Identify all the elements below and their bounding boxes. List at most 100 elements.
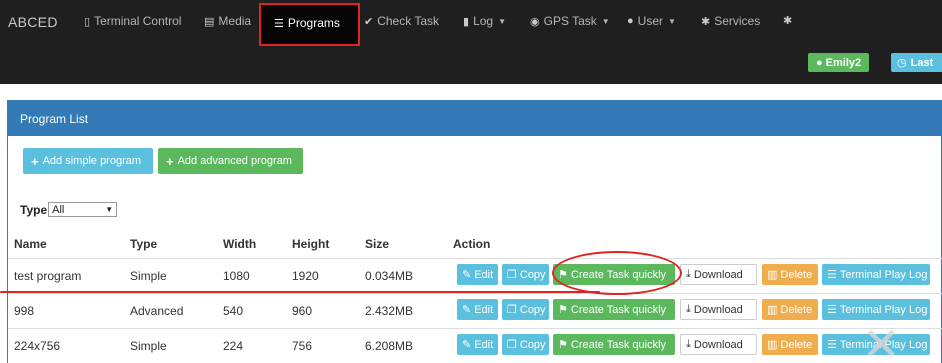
type-select-value: All	[52, 203, 65, 216]
download-button[interactable]: ⤓ Download	[680, 334, 757, 355]
button-label: Edit	[474, 338, 494, 351]
edit-button[interactable]: ✎ Edit	[457, 334, 498, 355]
close-watermark-icon: ✕	[862, 318, 901, 363]
download-icon: ⤓	[686, 303, 691, 315]
nav-gps-task[interactable]: ◉ GPS Task ▼	[530, 14, 610, 28]
cell-type: Advanced	[130, 304, 184, 318]
cell-width: 224	[223, 339, 244, 353]
button-label: Edit	[474, 303, 494, 316]
button-label: Copy	[519, 338, 546, 351]
annotation-ellipse	[552, 251, 682, 295]
last-badge-label: Last	[910, 56, 934, 69]
trash-icon: ▥	[767, 339, 778, 351]
nav-terminal-control[interactable]: ▯ Terminal Control	[84, 14, 181, 28]
plus-icon: +	[31, 153, 39, 169]
nav-programs-highlight: ☰ Programs	[259, 3, 360, 46]
edit-button[interactable]: ✎ Edit	[457, 264, 498, 285]
cell-height: 960	[292, 304, 313, 318]
button-label: Add advanced program	[177, 155, 292, 167]
file-icon: ▮	[463, 15, 470, 28]
nav-services[interactable]: ✱ Services	[701, 14, 760, 28]
button-label: Delete	[780, 268, 813, 281]
delete-button[interactable]: ▥ Delete	[762, 299, 818, 320]
column-header-type: Type	[130, 237, 158, 251]
nav-user[interactable]: ● User ▼	[627, 14, 676, 28]
type-select[interactable]: All ▼	[48, 202, 118, 217]
nav-label: Services	[714, 14, 761, 28]
clock-icon: ◷	[897, 57, 907, 69]
cell-width: 1080	[223, 269, 250, 283]
button-label: Terminal Play Log	[839, 303, 928, 316]
brand-logo[interactable]: ABCED	[8, 14, 58, 30]
nav-label: Check Task	[377, 14, 440, 28]
user-icon: ●	[816, 56, 823, 69]
trash-icon: ▥	[767, 304, 778, 316]
type-filter-label: Type	[20, 202, 48, 217]
nav-label: GPS Task	[543, 14, 597, 28]
cell-size: 0.034MB	[365, 269, 414, 283]
create-task-quickly-button[interactable]: ⚑ Create Task quickly	[553, 334, 675, 355]
nav-extra[interactable]: ✱	[783, 14, 792, 27]
task-icon: ⚑	[558, 339, 568, 351]
create-task-quickly-button[interactable]: ⚑ Create Task quickly	[553, 299, 675, 320]
button-label: Download	[693, 303, 743, 316]
button-label: Create Task quickly	[570, 338, 667, 351]
cell-height: 756	[292, 339, 313, 353]
copy-icon: ❐	[507, 304, 517, 316]
caret-down-icon: ▼	[668, 16, 676, 26]
delete-button[interactable]: ▥ Delete	[762, 264, 818, 285]
nav-check-task[interactable]: ✔ Check Task	[364, 14, 439, 28]
mobile-icon: ▯	[84, 15, 91, 28]
nav-log[interactable]: ▮ Log ▼	[463, 14, 506, 28]
column-header-size: Size	[365, 237, 390, 251]
copy-icon: ❐	[507, 339, 517, 351]
terminal-play-log-button[interactable]: ☰ Terminal Play Log	[822, 264, 930, 285]
add-advanced-program-button[interactable]: + Add advanced program	[158, 148, 303, 174]
cell-name: 998	[14, 304, 35, 318]
table-row: 224x756 Simple 224 756 6.208MB ✎ Edit ❐ Co…	[8, 329, 942, 363]
user-icon: ●	[627, 15, 634, 27]
user-badge[interactable]: ● Emily2	[808, 53, 870, 72]
list-icon: ☰	[274, 17, 284, 30]
nav-label: User	[637, 14, 663, 28]
caret-down-icon: ▼	[498, 16, 507, 26]
list-icon: ☰	[827, 339, 837, 351]
cell-type: Simple	[130, 269, 167, 283]
nav-label: Log	[473, 14, 494, 28]
column-header-width: Width	[223, 237, 257, 251]
delete-button[interactable]: ▥ Delete	[762, 334, 818, 355]
nav-programs[interactable]: ☰ Programs	[274, 16, 340, 30]
copy-button[interactable]: ❐ Copy	[502, 264, 549, 285]
gear-icon: ✱	[783, 15, 793, 27]
cell-type: Simple	[130, 339, 167, 353]
user-badge-label: Emily2	[825, 56, 862, 69]
top-navbar: ABCED ▯ Terminal Control ▤ Media ☰ Progr…	[0, 0, 942, 84]
last-badge[interactable]: ◷ Last	[891, 53, 942, 72]
edit-icon: ✎	[462, 339, 472, 351]
panel-title: Program List	[8, 101, 941, 136]
download-icon: ⤓	[686, 268, 691, 280]
column-header-height: Height	[292, 237, 330, 251]
trash-icon: ▥	[767, 269, 778, 281]
download-button[interactable]: ⤓ Download	[680, 264, 757, 285]
copy-button[interactable]: ❐ Copy	[502, 299, 549, 320]
button-label: Terminal Play Log	[839, 268, 928, 281]
annotation-underline	[0, 291, 600, 293]
add-simple-program-button[interactable]: + Add simple program	[23, 148, 153, 174]
copy-icon: ❐	[507, 269, 517, 281]
column-header-action: Action	[453, 237, 491, 251]
program-list-panel: Program List + Add simple program + Add …	[7, 100, 942, 363]
download-button[interactable]: ⤓ Download	[680, 299, 757, 320]
button-label: Delete	[780, 303, 813, 316]
button-label: Create Task quickly	[570, 303, 667, 316]
check-circle-icon: ✔	[364, 15, 374, 28]
cell-name: 224x756	[14, 339, 61, 353]
plus-icon: +	[166, 153, 174, 169]
nav-media[interactable]: ▤ Media	[204, 14, 251, 28]
button-label: Edit	[474, 268, 494, 281]
copy-button[interactable]: ❐ Copy	[502, 334, 549, 355]
gear-icon: ✱	[701, 15, 711, 28]
table-row: 998 Advanced 540 960 2.432MB ✎ Edit ❐ Copy…	[8, 294, 942, 328]
edit-button[interactable]: ✎ Edit	[457, 299, 498, 320]
cell-size: 2.432MB	[365, 304, 414, 318]
